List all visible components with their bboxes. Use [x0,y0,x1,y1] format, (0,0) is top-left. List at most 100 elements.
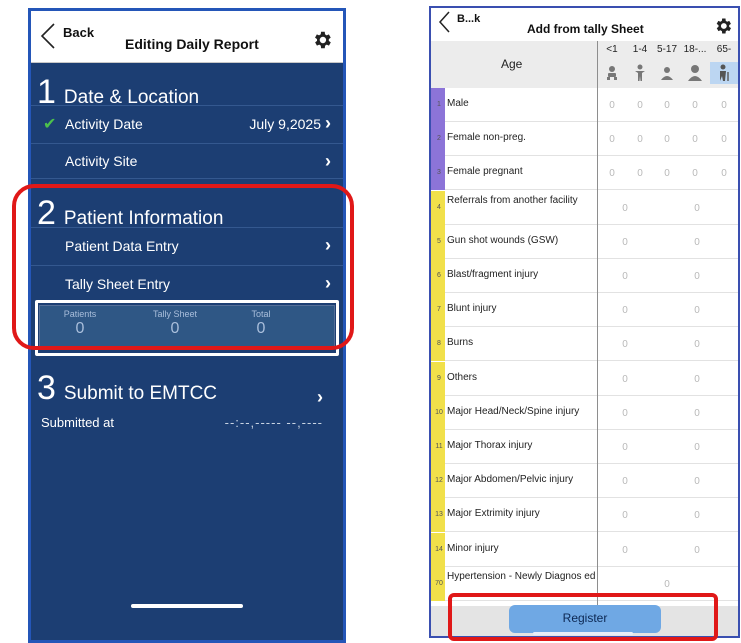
count-cell[interactable]: 0 [611,545,639,556]
table-row[interactable]: 6 Blast/fragment injury 0 0 [431,259,738,293]
infant-icon[interactable] [598,62,626,84]
count-cell[interactable]: 0 [653,579,681,590]
row-label: Female pregnant [447,166,523,178]
table-row[interactable]: 4 Referrals from another facility 0 0 [431,190,738,225]
row-label: Burns [447,337,474,349]
age-col-label: 1-4 [632,44,648,55]
section-number: 3 [37,369,56,407]
count-cell[interactable]: 0 [598,100,626,111]
section-date-location: 1 Date & Location [31,75,343,109]
activity-site-row[interactable]: Activity Site › [31,143,343,179]
gear-icon[interactable] [311,29,333,51]
table-row[interactable]: 1 Male 0 0 0 0 0 [431,88,738,122]
count-cell[interactable]: 0 [683,442,711,453]
count-cell[interactable]: 0 [683,339,711,350]
row-number: 7 [437,306,441,314]
table-row[interactable]: 3 Female pregnant 0 0 0 0 0 [431,156,738,191]
row-label: Gun shot wounds (GSW) [447,234,559,246]
count-cell[interactable]: 0 [611,374,639,385]
table-row[interactable]: 2 Female non-preg. 0 0 0 0 0 [431,122,738,157]
back-button[interactable]: Back [37,21,94,51]
count-cell[interactable]: 0 [683,374,711,385]
count-cell[interactable]: 0 [683,203,711,214]
count-cell[interactable]: 0 [626,134,654,145]
table-row[interactable]: 12 Major Abdomen/Pelvic injury 0 0 [431,464,738,499]
back-label: B...k [457,13,481,25]
row-label: Blast/fragment injury [447,269,539,280]
row-number: 9 [437,374,441,382]
gear-icon[interactable] [713,16,733,36]
count-cell[interactable]: 0 [683,305,711,316]
count-cell[interactable]: 0 [653,168,681,179]
child-icon[interactable] [626,62,654,84]
count-cell[interactable]: 0 [683,408,711,419]
section-title: Submit to EMTCC [63,383,218,404]
count-cell[interactable]: 0 [683,237,711,248]
youth-icon[interactable] [653,62,681,84]
submitted-at-label: Submitted at [41,415,114,430]
count-cell[interactable]: 0 [611,408,639,419]
count-cell[interactable]: 0 [626,100,654,111]
table-row[interactable]: 13 Major Extrimity injury 0 0 [431,498,738,533]
count-cell[interactable]: 0 [683,476,711,487]
age-column-header: Age <1 1-4 5-17 18-... 65- [431,41,738,88]
count-cell[interactable]: 0 [653,100,681,111]
count-cell[interactable]: 0 [710,100,738,111]
count-cell[interactable]: 0 [611,305,639,316]
age-col-label: 18-... [683,44,707,55]
count-cell[interactable]: 0 [683,271,711,282]
count-cell[interactable]: 0 [683,510,711,521]
adult-icon[interactable] [681,62,709,84]
table-row[interactable]: 11 Major Thorax injury 0 0 [431,430,738,464]
count-cell[interactable]: 0 [653,134,681,145]
row-label: Hypertension - Newly Diagnos ed [447,570,596,582]
table-row[interactable]: 8 Burns 0 0 [431,327,738,362]
row-number: 3 [437,169,441,177]
count-cell[interactable]: 0 [626,168,654,179]
section-submit[interactable]: 3 Submit to EMTCC › [31,369,343,407]
back-button[interactable]: B...k [437,10,480,34]
table-row[interactable]: 10 Major Head/Neck/Spine injury 0 0 [431,395,738,430]
row-label: Male [447,98,469,109]
count-cell[interactable]: 0 [611,237,639,248]
home-indicator [131,604,243,608]
back-label: Back [63,24,95,40]
count-cell[interactable]: 0 [611,203,639,214]
elderly-icon[interactable] [710,62,738,84]
row-label: Female non-preg. [447,132,526,144]
count-cell[interactable]: 0 [681,134,709,145]
activity-site-label: Activity Site [65,153,138,169]
table-row[interactable]: 9 Others 0 0 [431,361,738,396]
count-cell[interactable]: 0 [681,168,709,179]
count-cell[interactable]: 0 [683,545,711,556]
row-number: 1 [437,101,441,108]
count-cell[interactable]: 0 [611,442,639,453]
count-cell[interactable]: 0 [710,168,738,179]
table-row[interactable]: 5 Gun shot wounds (GSW) 0 0 [431,224,738,259]
row-number: 12 [435,477,443,485]
submitted-at-value: --:--,----- --,---- [224,415,323,430]
column-divider [597,41,598,606]
row-label: Major Head/Neck/Spine injury [447,405,580,417]
count-cell[interactable]: 0 [611,510,639,521]
activity-date-row[interactable]: ✔ Activity Date July 9,2025 › [31,105,343,141]
row-number: 14 [435,545,443,553]
count-cell[interactable]: 0 [598,134,626,145]
age-col-label: <1 [606,44,618,55]
chevron-right-icon: › [325,113,331,133]
chevron-left-icon [40,23,55,49]
count-cell[interactable]: 0 [611,271,639,282]
annotation-highlight-patient-info [12,184,354,350]
age-label: Age [501,57,523,71]
table-row[interactable]: 14 Minor injury 0 0 [431,532,738,567]
count-cell[interactable]: 0 [598,168,626,179]
count-cell[interactable]: 0 [611,476,639,487]
table-row[interactable]: 7 Blunt injury 0 0 [431,293,738,328]
count-cell[interactable]: 0 [710,134,738,145]
count-cell[interactable]: 0 [681,100,709,111]
chevron-right-icon: › [325,150,331,171]
row-number: 70 [435,579,443,587]
row-label: Major Thorax injury [447,440,533,451]
row-label: Others [447,371,478,383]
count-cell[interactable]: 0 [611,339,639,350]
